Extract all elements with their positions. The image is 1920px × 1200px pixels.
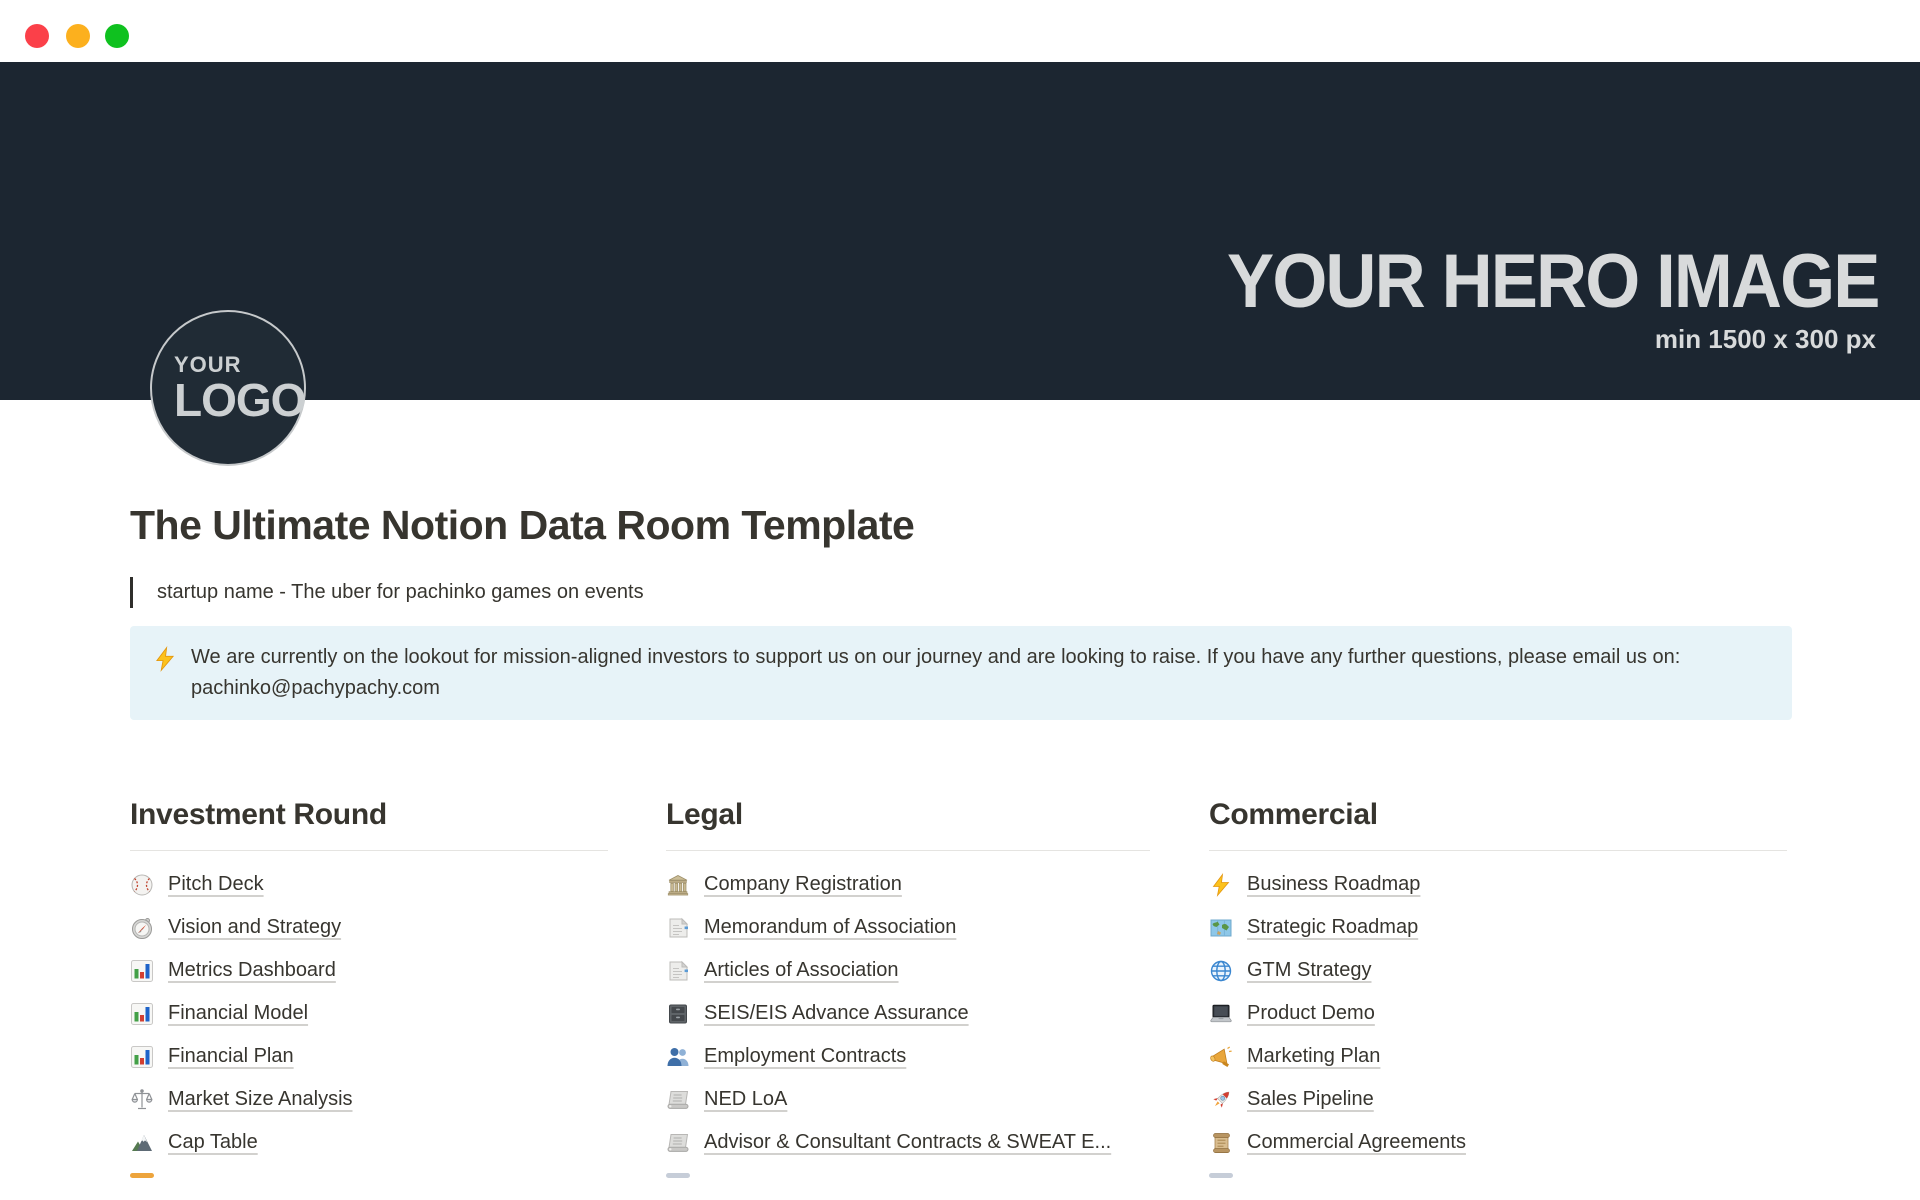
next-item-partial-icon[interactable] bbox=[1209, 1173, 1233, 1178]
item-link[interactable]: Vision and Strategy bbox=[168, 916, 341, 939]
column-list: Pitch Deck Vision and Strategy Metrics Das… bbox=[130, 863, 608, 1164]
item-link[interactable]: Business Roadmap bbox=[1247, 873, 1420, 896]
balance-scale-icon bbox=[130, 1088, 154, 1112]
list-item[interactable]: GTM Strategy bbox=[1209, 949, 1787, 992]
globe-icon bbox=[1209, 959, 1233, 983]
compass-icon bbox=[130, 916, 154, 940]
list-item[interactable]: Metrics Dashboard bbox=[130, 949, 608, 992]
next-item-partial-icon[interactable] bbox=[666, 1173, 690, 1178]
list-item[interactable]: Cap Table bbox=[130, 1121, 608, 1164]
megaphone-icon bbox=[1209, 1045, 1233, 1069]
world-map-icon bbox=[1209, 916, 1233, 940]
hero-cover[interactable]: YOUR HERO IMAGE min 1500 x 300 px YOUR L… bbox=[0, 62, 1920, 400]
list-item[interactable]: Company Registration bbox=[666, 863, 1150, 906]
item-link[interactable]: SEIS/EIS Advance Assurance bbox=[704, 1002, 969, 1025]
column-list: Company Registration Memorandum of Associ… bbox=[666, 863, 1150, 1164]
bar-chart-icon bbox=[130, 1045, 154, 1069]
logo-line2: LOGO bbox=[174, 377, 304, 423]
page-logo[interactable]: YOUR LOGO bbox=[150, 310, 306, 466]
list-item[interactable]: Memorandum of Association bbox=[666, 906, 1150, 949]
item-link[interactable]: Product Demo bbox=[1247, 1002, 1375, 1025]
callout-text-line2: pachinko@pachypachy.com bbox=[191, 673, 1680, 704]
page-body: The Ultimate Notion Data Room Template s… bbox=[0, 502, 1920, 1178]
item-link[interactable]: Pitch Deck bbox=[168, 873, 264, 896]
list-item[interactable]: Commercial Agreements bbox=[1209, 1121, 1787, 1164]
list-item[interactable]: Financial Plan bbox=[130, 1035, 608, 1078]
page-title: The Ultimate Notion Data Room Template bbox=[130, 502, 1792, 549]
scroll-icon bbox=[1209, 1131, 1233, 1155]
list-item[interactable]: Vision and Strategy bbox=[130, 906, 608, 949]
item-link[interactable]: GTM Strategy bbox=[1247, 959, 1371, 982]
item-link[interactable]: Metrics Dashboard bbox=[168, 959, 336, 982]
snow-capped-mountain-icon bbox=[130, 1131, 154, 1155]
bar-chart-icon bbox=[130, 1002, 154, 1026]
lightning-icon bbox=[1209, 873, 1233, 897]
rolled-newspaper-icon bbox=[666, 1088, 690, 1112]
column-title: Legal bbox=[666, 798, 1150, 851]
column-list: Business Roadmap Strategic Roadmap GTM Str… bbox=[1209, 863, 1787, 1164]
list-item[interactable]: Employment Contracts bbox=[666, 1035, 1150, 1078]
card-file-box-icon bbox=[666, 1002, 690, 1026]
list-item[interactable]: SEIS/EIS Advance Assurance bbox=[666, 992, 1150, 1035]
list-item[interactable]: Business Roadmap bbox=[1209, 863, 1787, 906]
hero-placeholder-title: YOUR HERO IMAGE bbox=[1227, 238, 1878, 325]
column-title: Investment Round bbox=[130, 798, 608, 851]
item-link[interactable]: Cap Table bbox=[168, 1131, 258, 1154]
next-item-partial-icon[interactable] bbox=[130, 1173, 154, 1178]
item-link[interactable]: Articles of Association bbox=[704, 959, 899, 982]
column-title: Commercial bbox=[1209, 798, 1787, 851]
list-item[interactable]: Articles of Association bbox=[666, 949, 1150, 992]
item-link[interactable]: Employment Contracts bbox=[704, 1045, 906, 1068]
column-legal: Legal Company Registration Memorandum of A… bbox=[666, 798, 1150, 1178]
rolled-newspaper-icon bbox=[666, 1131, 690, 1155]
list-item[interactable]: Financial Model bbox=[130, 992, 608, 1035]
list-item[interactable]: Pitch Deck bbox=[130, 863, 608, 906]
close-window-icon[interactable] bbox=[25, 24, 49, 48]
item-link[interactable]: Market Size Analysis bbox=[168, 1088, 353, 1111]
item-link[interactable]: NED LoA bbox=[704, 1088, 787, 1111]
bookmark-tabs-icon bbox=[666, 916, 690, 940]
list-item[interactable]: Market Size Analysis bbox=[130, 1078, 608, 1121]
hero-size-hint: min 1500 x 300 px bbox=[1655, 324, 1876, 355]
window-titlebar bbox=[0, 0, 1920, 62]
list-item[interactable]: Sales Pipeline bbox=[1209, 1078, 1787, 1121]
baseball-icon bbox=[130, 873, 154, 897]
item-link[interactable]: Strategic Roadmap bbox=[1247, 916, 1418, 939]
classical-building-icon bbox=[666, 873, 690, 897]
item-link[interactable]: Memorandum of Association bbox=[704, 916, 956, 939]
item-link[interactable]: Financial Plan bbox=[168, 1045, 294, 1068]
lightning-icon bbox=[152, 646, 178, 672]
rocket-icon bbox=[1209, 1088, 1233, 1112]
list-item[interactable]: Strategic Roadmap bbox=[1209, 906, 1787, 949]
bookmark-tabs-icon bbox=[666, 959, 690, 983]
busts-in-silhouette-icon bbox=[666, 1045, 690, 1069]
minimize-window-icon[interactable] bbox=[66, 24, 90, 48]
list-item[interactable]: Product Demo bbox=[1209, 992, 1787, 1035]
quote-block: startup name - The uber for pachinko gam… bbox=[130, 577, 1792, 608]
item-link[interactable]: Advisor & Consultant Contracts & SWEAT E… bbox=[704, 1131, 1111, 1154]
zoom-window-icon[interactable] bbox=[105, 24, 129, 48]
columns: Investment Round Pitch Deck Vision and Str… bbox=[130, 798, 1792, 1178]
item-link[interactable]: Marketing Plan bbox=[1247, 1045, 1380, 1068]
laptop-icon bbox=[1209, 1002, 1233, 1026]
item-link[interactable]: Sales Pipeline bbox=[1247, 1088, 1374, 1111]
callout-block: We are currently on the lookout for miss… bbox=[130, 626, 1792, 720]
callout-text-line1: We are currently on the lookout for miss… bbox=[191, 642, 1680, 673]
bar-chart-icon bbox=[130, 959, 154, 983]
list-item[interactable]: NED LoA bbox=[666, 1078, 1150, 1121]
column-commercial: Commercial Business Roadmap Strategic Road… bbox=[1209, 798, 1787, 1178]
list-item[interactable]: Advisor & Consultant Contracts & SWEAT E… bbox=[666, 1121, 1150, 1164]
item-link[interactable]: Commercial Agreements bbox=[1247, 1131, 1466, 1154]
list-item[interactable]: Marketing Plan bbox=[1209, 1035, 1787, 1078]
item-link[interactable]: Company Registration bbox=[704, 873, 902, 896]
callout-text: We are currently on the lookout for miss… bbox=[191, 642, 1680, 704]
item-link[interactable]: Financial Model bbox=[168, 1002, 308, 1025]
column-investment-round: Investment Round Pitch Deck Vision and Str… bbox=[130, 798, 608, 1178]
